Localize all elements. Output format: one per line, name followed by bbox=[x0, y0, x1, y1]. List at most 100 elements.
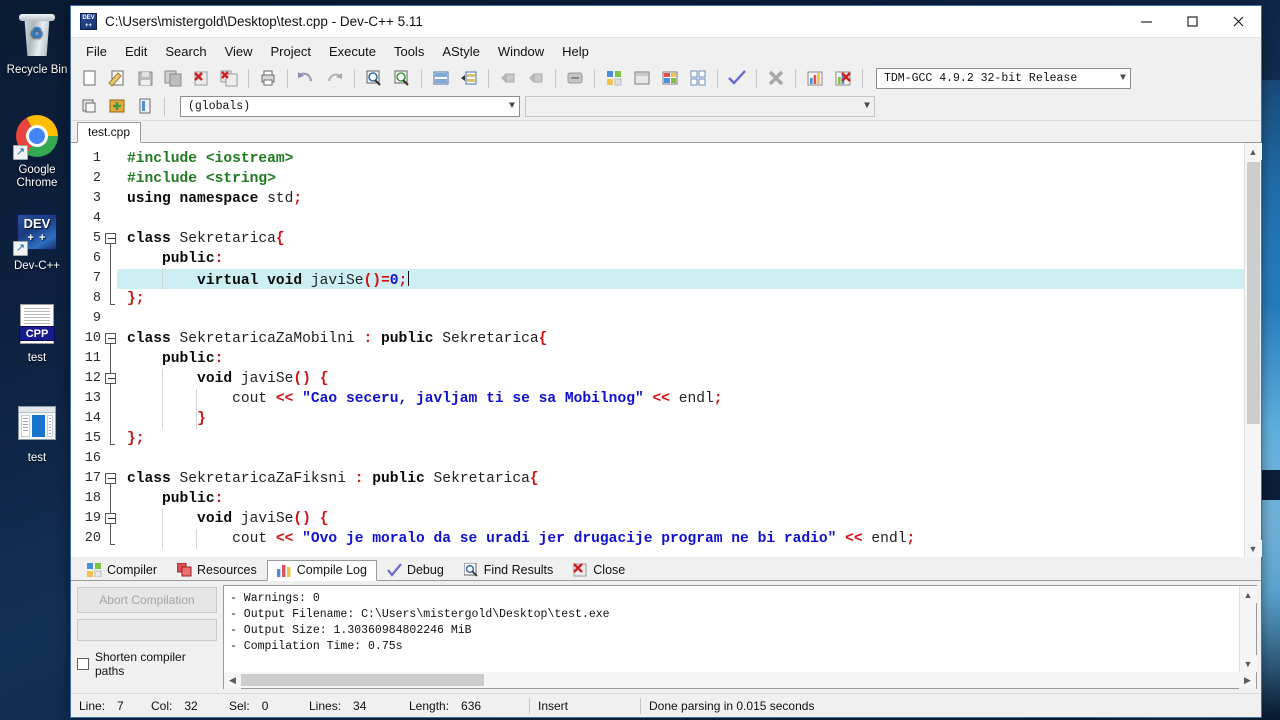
code-line[interactable] bbox=[117, 449, 1244, 469]
compiler-set-select[interactable]: TDM-GCC 4.9.2 32-bit Release ▼ bbox=[876, 67, 1131, 89]
goto-function-icon[interactable] bbox=[456, 67, 482, 90]
code-line[interactable] bbox=[117, 309, 1244, 329]
code-line[interactable]: cout << "Cao seceru, javljam ti se sa Mo… bbox=[117, 389, 1244, 409]
stop-execution-icon[interactable] bbox=[763, 67, 789, 90]
goto-line-icon[interactable] bbox=[428, 67, 454, 90]
find-icon[interactable] bbox=[361, 67, 387, 90]
toggle-panel-icon[interactable] bbox=[132, 95, 158, 118]
replace-icon[interactable] bbox=[389, 67, 415, 90]
desktop-icon-google-chrome[interactable]: ↗ Google Chrome bbox=[0, 112, 74, 190]
code-line[interactable]: #include <iostream> bbox=[117, 149, 1244, 169]
scrollbar-thumb[interactable] bbox=[1247, 162, 1260, 424]
scroll-down-icon[interactable]: ▼ bbox=[1239, 655, 1257, 672]
save-all-icon[interactable] bbox=[160, 67, 186, 90]
code-text[interactable]: #include <iostream> #include <string> usin… bbox=[117, 143, 1244, 557]
menu-help[interactable]: Help bbox=[553, 41, 598, 62]
check-syntax-icon[interactable] bbox=[724, 67, 750, 90]
title-bar[interactable]: DEV ++ C:\Users\mistergold\Desktop\test.c… bbox=[71, 6, 1261, 38]
desktop-icon-devcpp[interactable]: DEV + + ↗ Dev-C++ bbox=[0, 208, 74, 273]
insert-snippet-icon[interactable] bbox=[104, 95, 130, 118]
menu-search[interactable]: Search bbox=[156, 41, 215, 62]
open-file-icon[interactable] bbox=[104, 67, 130, 90]
compile-log-view[interactable]: - Warnings: 0 - Output Filename: C:\User… bbox=[223, 585, 1257, 689]
fold-toggle-icon[interactable] bbox=[105, 373, 116, 384]
save-icon[interactable] bbox=[132, 67, 158, 90]
code-line[interactable]: } bbox=[117, 409, 1244, 429]
tab-find-results[interactable]: Find Results bbox=[454, 560, 563, 581]
code-editor[interactable]: 1 2 3 4 5 6 7 8 9 10 11 12 13 14 15 16 17 18 19 20 #include… bbox=[71, 143, 1244, 557]
profile-icon[interactable] bbox=[802, 67, 828, 90]
fold-toggle-icon[interactable] bbox=[105, 473, 116, 484]
menu-edit[interactable]: Edit bbox=[116, 41, 156, 62]
scroll-left-icon[interactable]: ◀ bbox=[224, 671, 241, 689]
code-line[interactable]: }; bbox=[117, 429, 1244, 449]
code-line[interactable]: public: bbox=[117, 249, 1244, 269]
code-line[interactable]: cout << "Ovo je moralo da se uradi jer d… bbox=[117, 529, 1244, 549]
code-line[interactable]: virtual void javiSe()=0; bbox=[117, 269, 1244, 289]
code-folding-gutter[interactable] bbox=[105, 143, 117, 557]
editor-vertical-scrollbar[interactable]: ▲ ▼ bbox=[1244, 143, 1262, 557]
scroll-down-icon[interactable]: ▼ bbox=[1244, 540, 1262, 557]
abort-compilation-button[interactable]: Abort Compilation bbox=[77, 587, 217, 613]
desktop-icon-test-cpp[interactable]: CPP test bbox=[0, 300, 74, 365]
globals-select[interactable]: (globals) ▼ bbox=[180, 95, 520, 117]
print-icon[interactable] bbox=[255, 67, 281, 90]
menu-astyle[interactable]: AStyle bbox=[433, 41, 489, 62]
tab-compile-log[interactable]: Compile Log bbox=[266, 560, 377, 581]
minimize-button[interactable] bbox=[1123, 6, 1169, 38]
scroll-up-icon[interactable]: ▲ bbox=[1239, 586, 1257, 603]
code-line[interactable]: void javiSe() { bbox=[117, 369, 1244, 389]
forward-icon[interactable] bbox=[523, 67, 549, 90]
compile-icon[interactable] bbox=[562, 67, 588, 90]
desktop-icon-recycle-bin[interactable]: ♻ Recycle Bin bbox=[0, 12, 74, 77]
log-horizontal-scrollbar[interactable]: ◀ ▶ bbox=[224, 671, 1256, 689]
code-line[interactable]: public: bbox=[117, 489, 1244, 509]
class-member-select[interactable]: ▼ bbox=[525, 95, 875, 117]
code-line[interactable]: class SekretaricaZaFiksni : public Sekre… bbox=[117, 469, 1244, 489]
fold-toggle-icon[interactable] bbox=[105, 233, 116, 244]
menu-tools[interactable]: Tools bbox=[385, 41, 433, 62]
run-icon[interactable] bbox=[601, 67, 627, 90]
code-line[interactable]: class SekretaricaZaMobilni : public Sekr… bbox=[117, 329, 1244, 349]
menu-project[interactable]: Project bbox=[262, 41, 320, 62]
scroll-right-icon[interactable]: ▶ bbox=[1239, 671, 1256, 689]
scrollbar-thumb[interactable] bbox=[241, 674, 484, 686]
back-icon[interactable] bbox=[495, 67, 521, 90]
delete-profile-icon[interactable] bbox=[830, 67, 856, 90]
menu-execute[interactable]: Execute bbox=[320, 41, 385, 62]
new-file-icon[interactable] bbox=[76, 67, 102, 90]
code-line[interactable]: #include <string> bbox=[117, 169, 1244, 189]
redo-icon[interactable] bbox=[322, 67, 348, 90]
menu-view[interactable]: View bbox=[216, 41, 262, 62]
tab-debug[interactable]: Debug bbox=[377, 560, 454, 581]
shorten-compiler-paths-row[interactable]: Shorten compiler paths bbox=[77, 650, 217, 678]
tab-test-cpp[interactable]: test.cpp bbox=[77, 122, 142, 143]
code-line[interactable]: void javiSe() { bbox=[117, 509, 1244, 529]
rebuild-all-icon[interactable] bbox=[657, 67, 683, 90]
close-all-icon[interactable] bbox=[216, 67, 242, 90]
scroll-up-icon[interactable]: ▲ bbox=[1244, 143, 1262, 160]
close-file-icon[interactable] bbox=[188, 67, 214, 90]
shorten-compiler-paths-checkbox[interactable] bbox=[77, 658, 89, 670]
code-line[interactable] bbox=[117, 209, 1244, 229]
fold-toggle-icon[interactable] bbox=[105, 333, 116, 344]
compile-run-icon[interactable] bbox=[629, 67, 655, 90]
desktop-icon-test-exe[interactable]: test bbox=[0, 400, 74, 465]
tab-compiler[interactable]: Compiler bbox=[77, 560, 167, 581]
tab-resources[interactable]: Resources bbox=[167, 560, 267, 581]
fold-toggle-icon[interactable] bbox=[105, 513, 116, 524]
new-class-icon[interactable] bbox=[76, 95, 102, 118]
menu-window[interactable]: Window bbox=[489, 41, 553, 62]
log-vertical-scrollbar[interactable]: ▲ ▼ bbox=[1239, 586, 1257, 672]
tab-close-panel[interactable]: Close bbox=[563, 560, 635, 581]
code-line[interactable]: class Sekretarica{ bbox=[117, 229, 1244, 249]
code-line[interactable]: using namespace std; bbox=[117, 189, 1244, 209]
code-line[interactable]: }; bbox=[117, 289, 1244, 309]
maximize-button[interactable] bbox=[1169, 6, 1215, 38]
code-line[interactable]: public: bbox=[117, 349, 1244, 369]
syntax-check-icon[interactable] bbox=[685, 67, 711, 90]
undo-icon[interactable] bbox=[294, 67, 320, 90]
menu-file[interactable]: File bbox=[77, 41, 116, 62]
close-button[interactable] bbox=[1215, 6, 1261, 38]
toolbar-separator bbox=[555, 68, 556, 88]
